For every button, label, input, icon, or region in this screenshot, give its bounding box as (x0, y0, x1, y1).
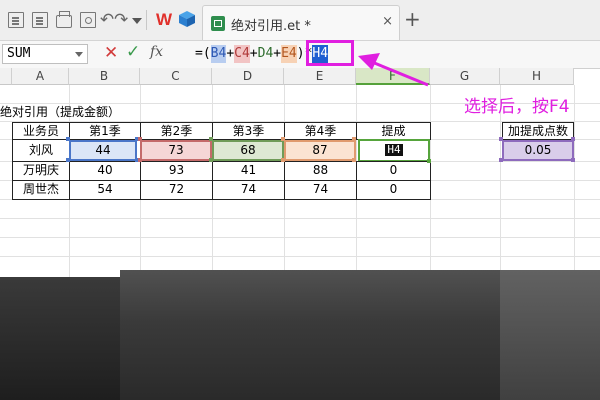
dark-overlay (0, 277, 120, 400)
annotation-text: 选择后，按F4 (464, 97, 570, 117)
dark-overlay (120, 270, 600, 400)
